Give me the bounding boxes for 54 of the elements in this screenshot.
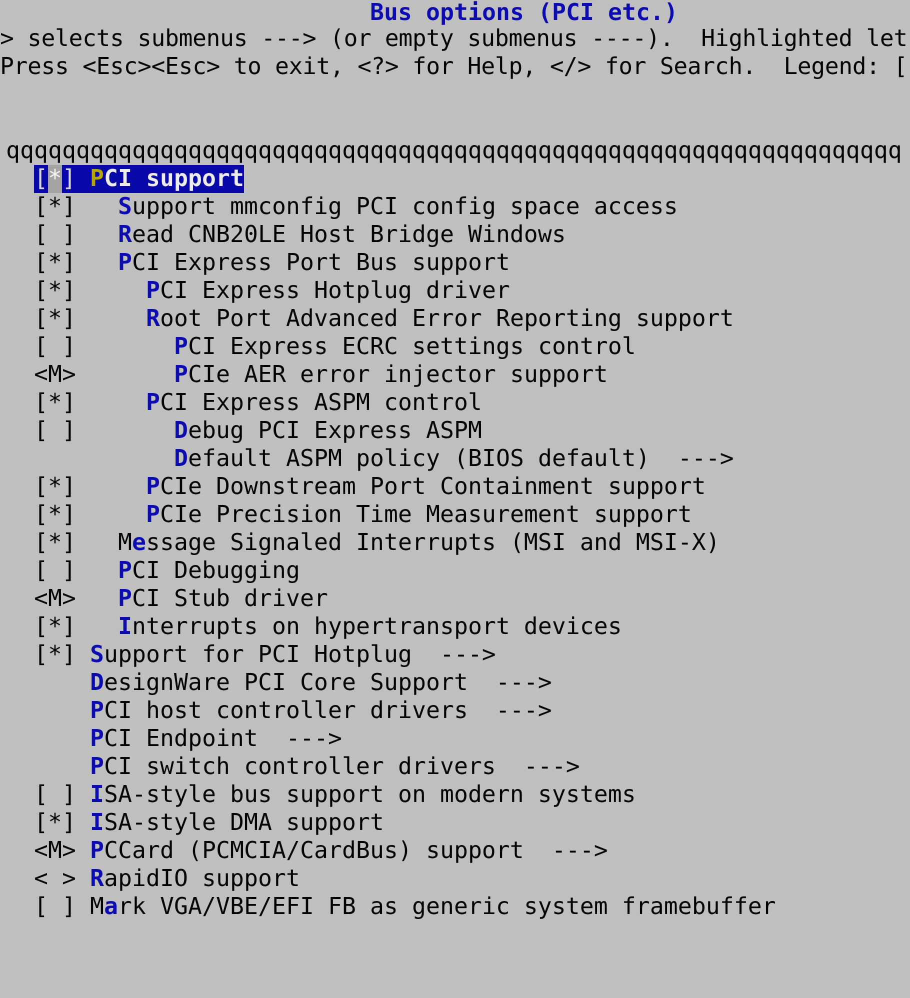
menu-item[interactable]: Message Signaled Interrupts (MSI and MSI-X) [118,529,720,557]
menu-item[interactable]: PCI Express Hotplug driver [146,277,510,305]
option-prompt: <M> [34,837,76,865]
option-prompt: [*] [34,473,76,501]
option-prompt: <M> [34,361,76,389]
menu-item[interactable]: Root Port Advanced Error Reporting support [146,305,734,333]
border-text: qqqqqqqqqqqqqqqqqqqqqqqqqqqqqqqqqqqqqqqqqqqqqqqqqqqqqqqqqqqqqqqq [6,137,902,165]
help-text: Press <Esc><Esc> to exit, <?> for Help, </> for Search. Legend: [ [0,53,908,81]
menu-item[interactable]: PCI Express Port Bus support [118,249,510,277]
menu-item[interactable]: ISA-style bus support on modern systems [90,781,636,809]
menu-item[interactable]: Default ASPM policy (BIOS default) ---> [174,445,734,473]
option-prompt: <M> [34,585,76,613]
selection-highlight[interactable]: [*] PCI support [34,165,244,193]
menu-item[interactable]: DesignWare PCI Core Support ---> [90,669,552,697]
menu-item[interactable]: Interrupts on hypertransport devices [118,613,622,641]
menu-item[interactable]: Debug PCI Express ASPM [174,417,482,445]
option-prompt: [ ] [34,557,76,585]
option-prompt: [*] [34,277,76,305]
option-prompt: < > [34,865,76,893]
option-prompt: [*] [34,389,76,417]
help-text: > selects submenus ---> (or empty submenus ----). Highlighted let [0,25,908,53]
menu-item[interactable]: PCI Express ECRC settings control [174,333,636,361]
option-prompt: [ ] [34,333,76,361]
option-prompt: [*] [34,193,76,221]
menu-item[interactable]: ISA-style DMA support [90,809,384,837]
menu-item[interactable]: PCIe Downstream Port Containment support [146,473,706,501]
option-prompt: [ ] [34,893,76,921]
menu-item[interactable]: Read CNB20LE Host Bridge Windows [118,221,566,249]
option-prompt: [*] [34,249,76,277]
menu-item[interactable]: PCI Endpoint ---> [90,725,342,753]
menu-item[interactable]: PCIe AER error injector support [174,361,608,389]
menu-item[interactable]: Mark VGA/VBE/EFI FB as generic system framebuffer [90,893,776,921]
option-prompt: [ ] [34,781,76,809]
menu-item[interactable]: Support for PCI Hotplug ---> [90,641,496,669]
option-prompt: [*] [34,305,76,333]
option-prompt: [*] [34,501,76,529]
option-prompt: [ ] [34,221,76,249]
menu-title: Bus options (PCI etc.) [370,0,678,25]
option-prompt: [*] [34,165,76,193]
menu-item[interactable]: PCCard (PCMCIA/CardBus) support ---> [90,837,608,865]
menu-item[interactable]: PCI support [90,165,244,193]
option-prompt: [*] [34,641,76,669]
menu-item[interactable]: PCI Stub driver [118,585,328,613]
menu-item[interactable]: PCIe Precision Time Measurement support [146,501,692,529]
menu-item[interactable]: RapidIO support [90,865,300,893]
menu-item[interactable]: PCI Express ASPM control [146,389,482,417]
option-prompt: [ ] [34,417,76,445]
menu-item[interactable]: Support mmconfig PCI config space access [118,193,678,221]
option-prompt: [*] [34,809,76,837]
menu-item[interactable]: PCI host controller drivers ---> [90,697,552,725]
menu-item[interactable]: PCI switch controller drivers ---> [90,753,580,781]
option-prompt: [*] [34,613,76,641]
option-prompt: [*] [34,529,76,557]
menu-item[interactable]: PCI Debugging [118,557,300,585]
